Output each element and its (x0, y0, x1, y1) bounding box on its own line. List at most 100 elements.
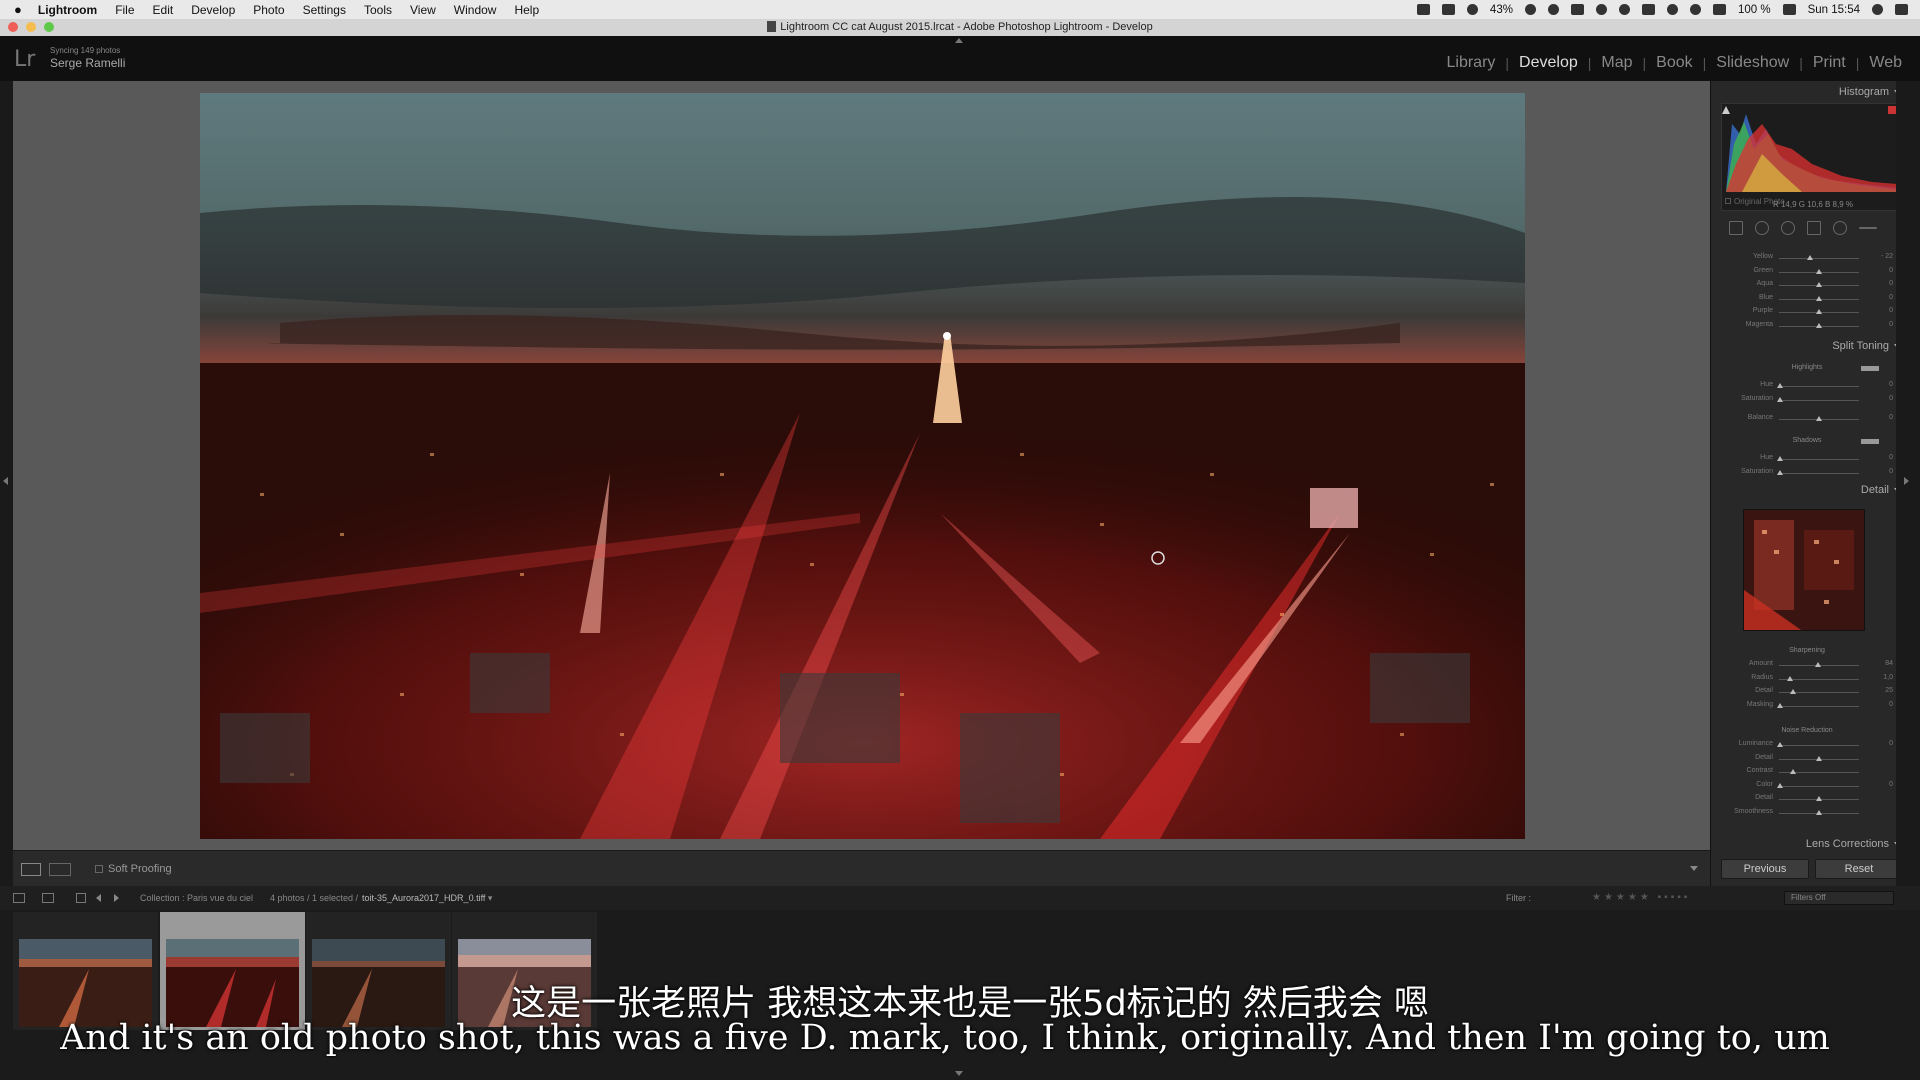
slider-value[interactable]: 0 (1871, 454, 1893, 461)
slider-knob[interactable] (1815, 662, 1821, 667)
slider-knob[interactable] (1777, 782, 1783, 788)
slider-row[interactable]: Amount 84 (1711, 660, 1903, 671)
radial-filter-icon[interactable] (1833, 221, 1847, 235)
slider-row[interactable]: Detail (1711, 794, 1903, 805)
back-arrow-icon[interactable] (96, 894, 101, 902)
zoom-button[interactable] (44, 22, 54, 32)
slider-value[interactable]: 0 (1871, 381, 1893, 388)
identity-plate[interactable]: Syncing 149 photos Serge Ramelli (50, 46, 125, 70)
wifi-icon[interactable] (1689, 4, 1701, 15)
slider-track[interactable] (1779, 258, 1859, 259)
before-after-icon[interactable] (49, 863, 71, 876)
menu-view[interactable]: View (410, 3, 436, 17)
slider-track[interactable] (1779, 785, 1859, 787)
menu-photo[interactable]: Photo (253, 3, 284, 17)
menu-edit[interactable]: Edit (153, 3, 174, 17)
detail-header[interactable]: Detail (1711, 481, 1903, 499)
slider-track[interactable] (1779, 399, 1859, 401)
shadows-swatch[interactable] (1861, 439, 1879, 444)
slider-row[interactable]: Saturation 0 (1711, 468, 1903, 479)
slider-value[interactable]: - 22 (1871, 253, 1893, 260)
slider-row[interactable]: Detail (1711, 754, 1903, 765)
menu-lightroom[interactable]: Lightroom (38, 3, 97, 17)
slider-row[interactable]: Smoothness (1711, 808, 1903, 819)
slider-knob[interactable] (1777, 456, 1783, 461)
slider-row[interactable]: Luminance 0 (1711, 740, 1903, 751)
balance-slider[interactable]: Balance 0 (1711, 414, 1903, 425)
slider-knob[interactable] (1807, 255, 1813, 260)
slider-row[interactable]: Color 0 (1711, 781, 1903, 792)
left-panel-collapsed[interactable] (0, 81, 13, 894)
reset-button[interactable]: Reset (1815, 859, 1903, 879)
slider-row[interactable]: Detail 25 (1711, 687, 1903, 698)
main-photo[interactable] (200, 93, 1525, 839)
apple-icon[interactable]: ● (14, 2, 22, 17)
slider-knob[interactable] (1816, 309, 1822, 314)
slider-row[interactable]: Green 0 (1711, 267, 1903, 278)
adjustment-brush-icon[interactable] (1859, 227, 1877, 229)
rating-filter[interactable]: ★★★★★ ▪▪▪▪▪ (1592, 892, 1690, 903)
grid-view-icon[interactable] (76, 893, 86, 903)
soft-proofing-toggle[interactable]: Soft Proofing (95, 863, 172, 875)
previous-button[interactable]: Previous (1721, 859, 1809, 879)
detail-preview[interactable] (1743, 509, 1865, 631)
slider-knob[interactable] (1790, 769, 1796, 774)
cloud-icon[interactable] (1466, 4, 1478, 15)
notification-icon[interactable] (1895, 4, 1908, 15)
crop-tool-icon[interactable] (1729, 221, 1743, 235)
spot-removal-icon[interactable] (1755, 221, 1769, 235)
slider-row[interactable]: Hue 0 (1711, 454, 1903, 465)
menu-tools[interactable]: Tools (364, 3, 392, 17)
slider-knob[interactable] (1777, 742, 1783, 747)
slider-value[interactable]: 0 (1871, 267, 1893, 274)
slider-value[interactable]: 1,0 (1871, 674, 1893, 681)
slider-row[interactable]: Radius 1,0 (1711, 674, 1903, 685)
menu-settings[interactable]: Settings (303, 3, 346, 17)
slider-value[interactable]: 84 (1871, 660, 1893, 667)
soft-proofing-checkbox[interactable] (95, 865, 103, 873)
filters-dropdown[interactable]: Filters Off (1784, 891, 1894, 905)
slider-knob[interactable] (1816, 416, 1822, 421)
clock[interactable]: Sun 15:54 (1808, 4, 1860, 16)
slider-knob[interactable] (1777, 383, 1783, 388)
slider-value[interactable]: 0 (1871, 395, 1893, 402)
module-slideshow[interactable]: Slideshow (1706, 54, 1799, 72)
slider-value[interactable]: 0 (1871, 321, 1893, 328)
flag-icon[interactable] (1712, 4, 1726, 15)
selected-filename[interactable]: toit-35_Aurora2017_HDR_0.tiff ▾ (362, 893, 492, 904)
slider-value[interactable]: 0 (1871, 740, 1893, 747)
slider-knob[interactable] (1816, 809, 1822, 815)
highlights-swatch[interactable] (1861, 366, 1879, 371)
slider-knob[interactable] (1816, 295, 1822, 301)
sync-icon[interactable] (1547, 4, 1559, 15)
second-window-icon[interactable] (42, 893, 54, 903)
minimize-button[interactable] (26, 22, 36, 32)
expand-left-icon[interactable] (3, 477, 8, 485)
slider-knob[interactable] (1777, 469, 1783, 475)
image-canvas[interactable] (13, 81, 1710, 850)
slider-row[interactable]: Contrast (1711, 767, 1903, 778)
menu-file[interactable]: File (115, 3, 134, 17)
app-icon[interactable] (1570, 4, 1584, 15)
spotlight-icon[interactable] (1872, 4, 1883, 15)
close-button[interactable] (8, 22, 18, 32)
slider-row[interactable]: Masking 0 (1711, 701, 1903, 712)
slider-value[interactable]: 0 (1871, 307, 1893, 314)
slider-knob[interactable] (1816, 322, 1822, 328)
toolbar-menu-icon[interactable] (1690, 866, 1698, 871)
slider-knob[interactable] (1790, 689, 1796, 694)
forward-arrow-icon[interactable] (114, 894, 119, 902)
main-window-icon[interactable] (13, 893, 25, 903)
slider-row[interactable]: Blue 0 (1711, 294, 1903, 305)
collapse-right-icon[interactable] (1904, 477, 1909, 485)
module-library[interactable]: Library (1437, 54, 1506, 72)
screen-icon[interactable] (1441, 4, 1455, 15)
slider-track[interactable] (1779, 386, 1859, 387)
slider-knob[interactable] (1777, 396, 1783, 402)
original-photo-checkbox[interactable] (1725, 198, 1731, 204)
slider-row[interactable]: Magenta 0 (1711, 321, 1903, 332)
slider-row[interactable]: Aqua 0 (1711, 280, 1903, 291)
slider-knob[interactable] (1816, 282, 1822, 287)
menu-help[interactable]: Help (514, 3, 539, 17)
module-web[interactable]: Web (1859, 54, 1912, 72)
